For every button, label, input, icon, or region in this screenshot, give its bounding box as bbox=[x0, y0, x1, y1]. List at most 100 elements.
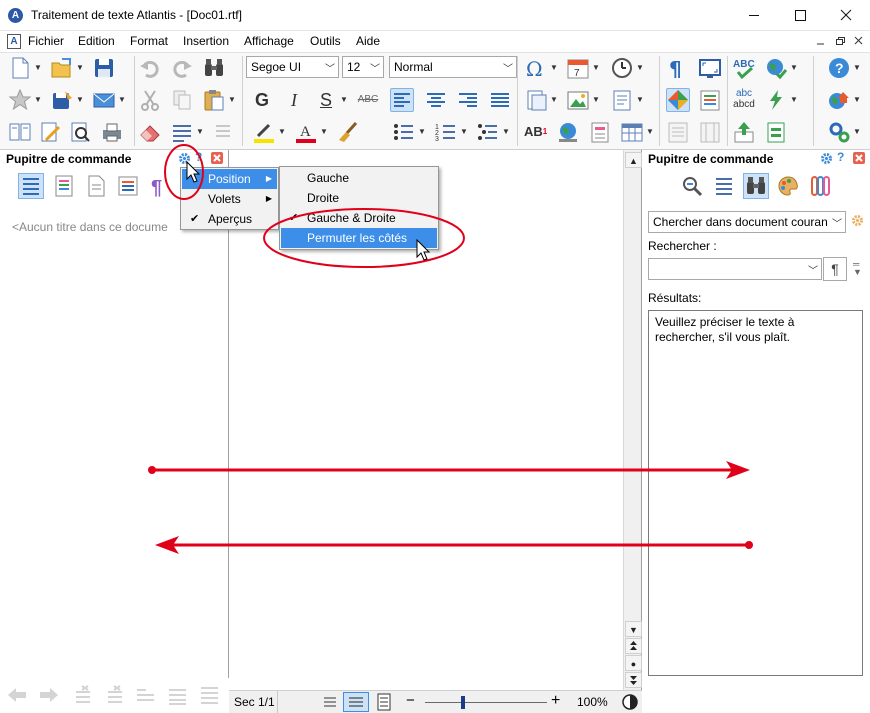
move-heading-down-icon[interactable] bbox=[198, 684, 220, 706]
open-folder-icon[interactable] bbox=[50, 56, 74, 80]
menu-edition[interactable]: Edition bbox=[78, 34, 115, 48]
web-check-icon[interactable] bbox=[764, 56, 788, 80]
numbered-list-icon[interactable]: 123 bbox=[434, 120, 458, 144]
save-as-dropdown-icon[interactable]: ▼ bbox=[76, 88, 84, 112]
full-screen-icon[interactable] bbox=[698, 56, 722, 80]
paste-dropdown-icon[interactable]: ▼ bbox=[228, 88, 236, 112]
numbered-list-dropdown-icon[interactable]: ▼ bbox=[460, 120, 468, 144]
special-characters-pilcrow-button[interactable]: ¶ bbox=[823, 257, 847, 281]
paragraph-dropdown-icon[interactable]: ▼ bbox=[196, 120, 204, 144]
browse-object-icon[interactable]: ● bbox=[625, 655, 642, 671]
insert-date-icon[interactable]: 7 bbox=[566, 56, 590, 80]
zoom-out-button[interactable]: − bbox=[406, 693, 415, 709]
nav-forward-icon[interactable] bbox=[38, 684, 60, 706]
promote-heading-icon[interactable] bbox=[70, 684, 92, 706]
panel-tab-pilcrow-icon[interactable]: ¶ bbox=[148, 174, 172, 198]
email-icon[interactable] bbox=[92, 88, 116, 112]
page-layout-icon[interactable] bbox=[666, 120, 690, 144]
view-print-layout-icon[interactable] bbox=[374, 693, 394, 711]
cut-icon[interactable] bbox=[138, 88, 162, 112]
menu-item-volets[interactable]: Volets ▶ bbox=[182, 189, 277, 209]
panel-tab-zoom-icon[interactable] bbox=[680, 174, 704, 198]
align-right-icon[interactable] bbox=[456, 88, 480, 112]
panel-tab-clips-icon[interactable] bbox=[808, 174, 832, 198]
quick-action-lightning-icon[interactable] bbox=[764, 88, 788, 112]
bold-button[interactable]: G bbox=[250, 88, 274, 112]
submenu-item-gauche[interactable]: Gauche bbox=[281, 168, 437, 188]
spreadsheet-icon[interactable] bbox=[764, 120, 788, 144]
table-dropdown-icon[interactable]: ▼ bbox=[646, 120, 654, 144]
upload-document-icon[interactable] bbox=[732, 120, 756, 144]
document-colored-lines-icon[interactable] bbox=[698, 88, 722, 112]
settings-gears-icon[interactable] bbox=[827, 120, 851, 144]
zoom-slider-thumb[interactable] bbox=[460, 696, 465, 709]
new-document-icon[interactable] bbox=[8, 56, 32, 80]
align-center-icon[interactable] bbox=[424, 88, 448, 112]
search-scope-select[interactable]: Chercher dans document couran ﹀ bbox=[648, 211, 846, 233]
scroll-down-icon[interactable]: ▼ bbox=[625, 621, 642, 637]
insert-form-icon[interactable] bbox=[588, 120, 612, 144]
color-diamond-icon[interactable] bbox=[666, 88, 690, 112]
menu-format[interactable]: Format bbox=[130, 34, 168, 48]
show-pilcrow-icon[interactable]: ¶ bbox=[666, 56, 690, 80]
copy-icon[interactable] bbox=[170, 88, 194, 112]
submenu-item-gauche-droite[interactable]: ✔ Gauche & Droite bbox=[281, 208, 437, 228]
insert-globe-link-icon[interactable] bbox=[556, 120, 580, 144]
panel-close-icon[interactable] bbox=[211, 152, 223, 164]
autocorrect-abcd-icon[interactable]: abc abcd bbox=[732, 88, 756, 112]
previous-page-icon[interactable] bbox=[625, 638, 642, 654]
search-options-gear-icon[interactable] bbox=[851, 214, 864, 227]
demote-heading-icon[interactable] bbox=[102, 684, 124, 706]
panel-tab-lines-icon[interactable] bbox=[712, 174, 736, 198]
print-preview-icon[interactable] bbox=[68, 120, 92, 144]
insert-heading-icon[interactable] bbox=[134, 684, 156, 706]
superscript-icon[interactable]: AB1 bbox=[524, 120, 548, 144]
strikethrough-button[interactable]: ABC bbox=[356, 88, 380, 112]
symbol-dropdown-icon[interactable]: ▼ bbox=[550, 56, 558, 80]
font-color-dropdown-icon[interactable]: ▼ bbox=[320, 120, 328, 144]
multilevel-list-dropdown-icon[interactable]: ▼ bbox=[502, 120, 510, 144]
next-page-icon[interactable] bbox=[625, 672, 642, 688]
eraser-icon[interactable] bbox=[138, 120, 162, 144]
zoom-slider[interactable] bbox=[425, 696, 547, 709]
special-characters-dropdown-icon[interactable]: ═ ▼ bbox=[853, 260, 862, 277]
quick-action-dropdown-icon[interactable]: ▼ bbox=[790, 88, 798, 112]
align-justify-icon[interactable] bbox=[488, 88, 512, 112]
text-box-dropdown-icon[interactable]: ▼ bbox=[636, 88, 644, 112]
menu-affichage[interactable]: Affichage bbox=[244, 34, 294, 48]
nav-back-icon[interactable] bbox=[6, 684, 28, 706]
favorites-star-icon[interactable] bbox=[8, 88, 32, 112]
menu-outils[interactable]: Outils bbox=[310, 34, 341, 48]
menu-fichier[interactable]: Fichier bbox=[28, 34, 64, 48]
mdi-close-icon[interactable] bbox=[851, 33, 867, 49]
web-check-dropdown-icon[interactable]: ▼ bbox=[790, 56, 798, 80]
view-normal-icon[interactable] bbox=[320, 693, 340, 711]
edit-document-icon[interactable] bbox=[38, 120, 62, 144]
search-results-box[interactable]: Veuillez préciser le texte à rechercher,… bbox=[648, 310, 863, 676]
menu-item-apercus[interactable]: ✔ Aperçus bbox=[182, 209, 277, 229]
maximize-icon[interactable] bbox=[777, 0, 823, 31]
style-select[interactable]: Normal ﹀ bbox=[389, 56, 517, 78]
document-icon[interactable]: A bbox=[7, 34, 21, 49]
panel-tab-list-icon[interactable] bbox=[116, 174, 140, 198]
menu-aide[interactable]: Aide bbox=[356, 34, 380, 48]
bullet-list-icon[interactable] bbox=[392, 120, 416, 144]
mdi-restore-icon[interactable] bbox=[832, 33, 848, 49]
minimize-icon[interactable] bbox=[731, 0, 777, 31]
home-dropdown-icon[interactable]: ▼ bbox=[853, 88, 861, 112]
help-dropdown-icon[interactable]: ▼ bbox=[853, 56, 861, 80]
panel-tab-find-binoculars-icon[interactable] bbox=[743, 173, 769, 199]
insert-time-clock-icon[interactable] bbox=[610, 56, 634, 80]
panel-tab-styles-icon[interactable] bbox=[52, 174, 76, 198]
menu-insertion[interactable]: Insertion bbox=[183, 34, 229, 48]
zoom-in-button[interactable]: + bbox=[551, 692, 560, 710]
highlight-icon[interactable] bbox=[252, 120, 276, 144]
search-input[interactable]: ﹀ bbox=[648, 258, 822, 280]
open-dropdown-icon[interactable]: ▼ bbox=[76, 56, 84, 80]
underline-button[interactable]: S bbox=[314, 88, 338, 112]
multilevel-list-icon[interactable] bbox=[476, 120, 500, 144]
submenu-item-permuter[interactable]: Permuter les côtés bbox=[281, 228, 437, 248]
save-as-icon[interactable] bbox=[50, 88, 74, 112]
align-left-icon[interactable] bbox=[390, 88, 414, 112]
italic-button[interactable]: I bbox=[282, 88, 306, 112]
